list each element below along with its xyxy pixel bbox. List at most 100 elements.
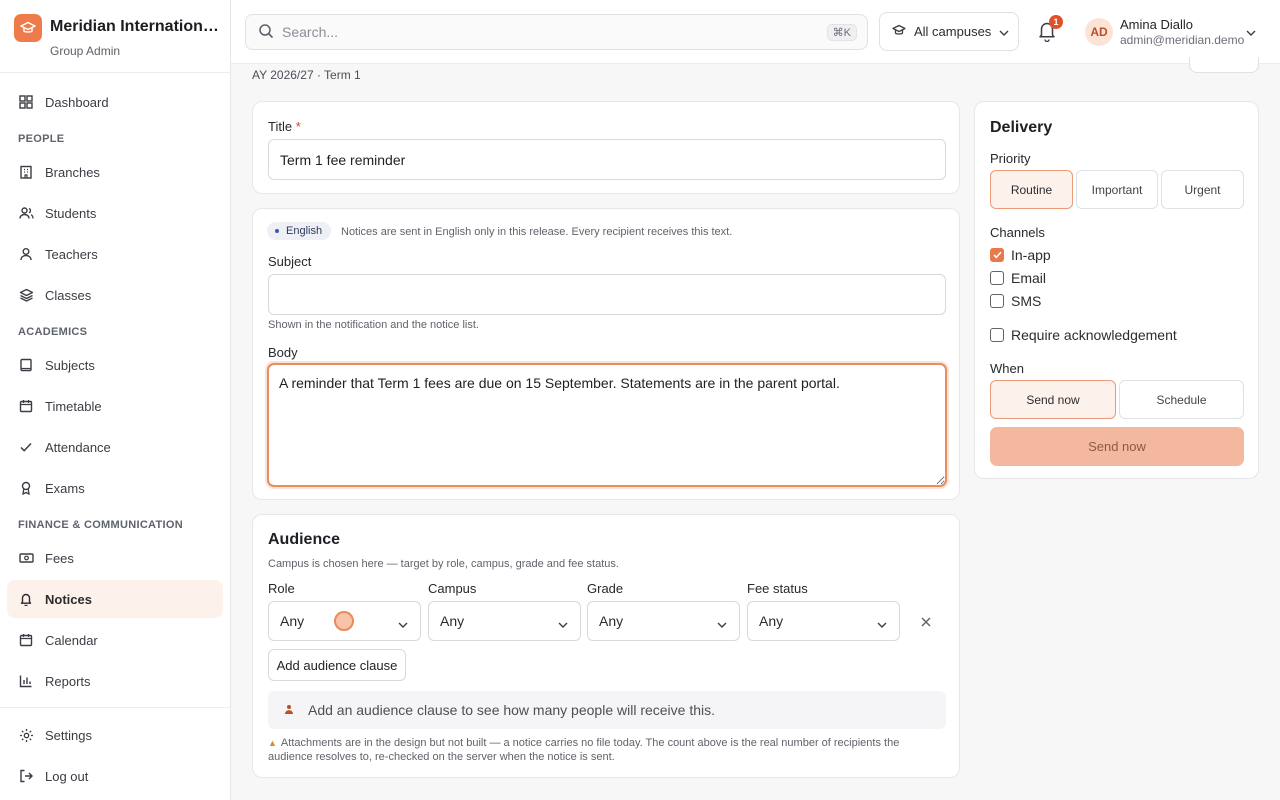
subject-hint: Shown in the notification and the notice…	[268, 319, 479, 331]
reach-text: Add an audience clause to see how many p…	[308, 702, 716, 718]
person-icon	[284, 702, 294, 718]
top-bar: ⌘K All campuses 1 AD Amina Diallo admin@…	[231, 0, 1280, 64]
nav-timetable[interactable]: Timetable	[7, 387, 223, 425]
priority-routine[interactable]: Routine	[990, 170, 1073, 209]
nav-logout[interactable]: Log out	[7, 757, 223, 795]
nav-label: Reports	[45, 673, 91, 689]
channel-inapp-row[interactable]: In-app	[990, 247, 1051, 263]
when-send-now[interactable]: Send now	[990, 380, 1116, 419]
email-checkbox[interactable]	[990, 271, 1004, 285]
search-box[interactable]: ⌘K	[245, 14, 868, 50]
building-icon	[18, 164, 34, 180]
search-icon	[258, 23, 274, 42]
channel-sms-row[interactable]: SMS	[990, 293, 1041, 309]
fee-status-value: Any	[759, 613, 784, 629]
body-label: Body	[268, 345, 298, 360]
nav-label: Fees	[45, 550, 74, 566]
nav-label: Classes	[45, 287, 92, 303]
term-label: AY 2026/27 · Term 1	[252, 68, 361, 82]
check-icon	[18, 439, 34, 455]
nav-students[interactable]: Students	[7, 194, 223, 232]
delivery-title: Delivery	[990, 119, 1053, 136]
close-icon	[921, 615, 931, 630]
attachments-note: ▲ Attachments are in the design but not b…	[268, 737, 900, 763]
channel-email-row[interactable]: Email	[990, 270, 1046, 286]
user-role: Group Admin	[50, 44, 121, 58]
nav-calendar[interactable]: Calendar	[7, 621, 223, 659]
calendar-icon	[18, 632, 34, 648]
body-textarea[interactable]: A reminder that Term 1 fees are due on 1…	[267, 363, 947, 487]
bell-icon	[1037, 22, 1057, 45]
nav-exams[interactable]: Exams	[7, 469, 223, 507]
subject-input[interactable]	[268, 274, 946, 315]
language-dot-icon	[275, 229, 279, 233]
nav-subjects[interactable]: Subjects	[7, 346, 223, 384]
user-icon	[18, 246, 34, 262]
nav-label: Log out	[45, 768, 89, 784]
subject-label: Subject	[268, 254, 312, 269]
nav-settings[interactable]: Settings	[7, 716, 223, 754]
require-ack-label: Require acknowledgement	[1011, 327, 1177, 343]
avatar[interactable]: AD	[1085, 18, 1113, 46]
nav-reports[interactable]: Reports	[7, 662, 223, 700]
grade-value: Any	[599, 613, 624, 629]
language-badge[interactable]: English	[267, 222, 332, 240]
language-note: Notices are sent in English only in this…	[341, 226, 733, 238]
require-ack-row[interactable]: Require acknowledgement	[990, 327, 1177, 343]
nav-label: Branches	[45, 164, 100, 180]
nav-classes[interactable]: Classes	[7, 276, 223, 314]
campus-selector[interactable]: All campuses	[879, 12, 1019, 51]
brand-header: Meridian International School Group Admi…	[0, 0, 230, 73]
grade-select[interactable]: Any	[587, 601, 740, 641]
sms-label: SMS	[1011, 293, 1042, 309]
delivery-card: Delivery Priority Routine Important Urge…	[974, 101, 1259, 479]
reach-estimate: Add an audience clause to see how many p…	[268, 691, 946, 729]
warning-icon: ▲	[268, 738, 277, 748]
layers-icon	[18, 287, 34, 303]
chevron-down-icon	[558, 615, 568, 631]
fee-status-select[interactable]: Any	[747, 601, 900, 641]
campus-select[interactable]: Any	[428, 601, 581, 641]
title-input[interactable]	[268, 139, 946, 180]
priority-important[interactable]: Important	[1076, 170, 1158, 209]
award-icon	[18, 480, 34, 496]
chevron-down-icon	[717, 615, 727, 631]
nav-notices[interactable]: Notices	[7, 580, 223, 618]
school-logo-icon	[14, 14, 42, 42]
nav-section-finance: FINANCE & COMMUNICATION	[18, 519, 183, 531]
require-ack-checkbox[interactable]	[990, 328, 1004, 342]
nav-label: Calendar	[45, 632, 98, 648]
priority-urgent[interactable]: Urgent	[1161, 170, 1244, 209]
user-email: admin@meridian.demo	[1120, 33, 1245, 47]
chevron-down-icon	[877, 615, 887, 631]
remove-clause-button[interactable]	[917, 613, 935, 631]
content-card: English Notices are sent in English only…	[252, 208, 960, 500]
send-now-button[interactable]: Send now	[990, 427, 1244, 466]
nav-label: Subjects	[45, 357, 95, 373]
inapp-checkbox[interactable]	[990, 248, 1004, 262]
add-audience-clause-button[interactable]: Add audience clause	[268, 649, 406, 681]
header-action-button[interactable]	[1189, 57, 1259, 73]
nav-label: Dashboard	[45, 94, 109, 110]
role-value: Any	[280, 613, 305, 629]
main-nav: Dashboard PEOPLE Branches Students Teach…	[0, 83, 230, 703]
nav-teachers[interactable]: Teachers	[7, 235, 223, 273]
search-input[interactable]	[282, 24, 802, 40]
bell-icon	[18, 591, 34, 607]
nav-attendance[interactable]: Attendance	[7, 428, 223, 466]
nav-fees[interactable]: Fees	[7, 539, 223, 577]
nav-branches[interactable]: Branches	[7, 153, 223, 191]
when-schedule[interactable]: Schedule	[1119, 380, 1244, 419]
sms-checkbox[interactable]	[990, 294, 1004, 308]
book-icon	[18, 357, 34, 373]
school-name: Meridian International School	[50, 18, 220, 35]
chevron-down-icon[interactable]	[1246, 24, 1256, 39]
campus-label: All campuses	[914, 24, 992, 39]
audience-card: Audience Campus is chosen here — target …	[252, 514, 960, 778]
gear-icon	[18, 727, 34, 743]
nav-dashboard[interactable]: Dashboard	[7, 83, 223, 121]
chevron-down-icon	[398, 615, 408, 631]
nav-label: Exams	[45, 480, 85, 496]
grade-label: Grade	[587, 581, 624, 596]
fee-status-label: Fee status	[747, 581, 808, 596]
